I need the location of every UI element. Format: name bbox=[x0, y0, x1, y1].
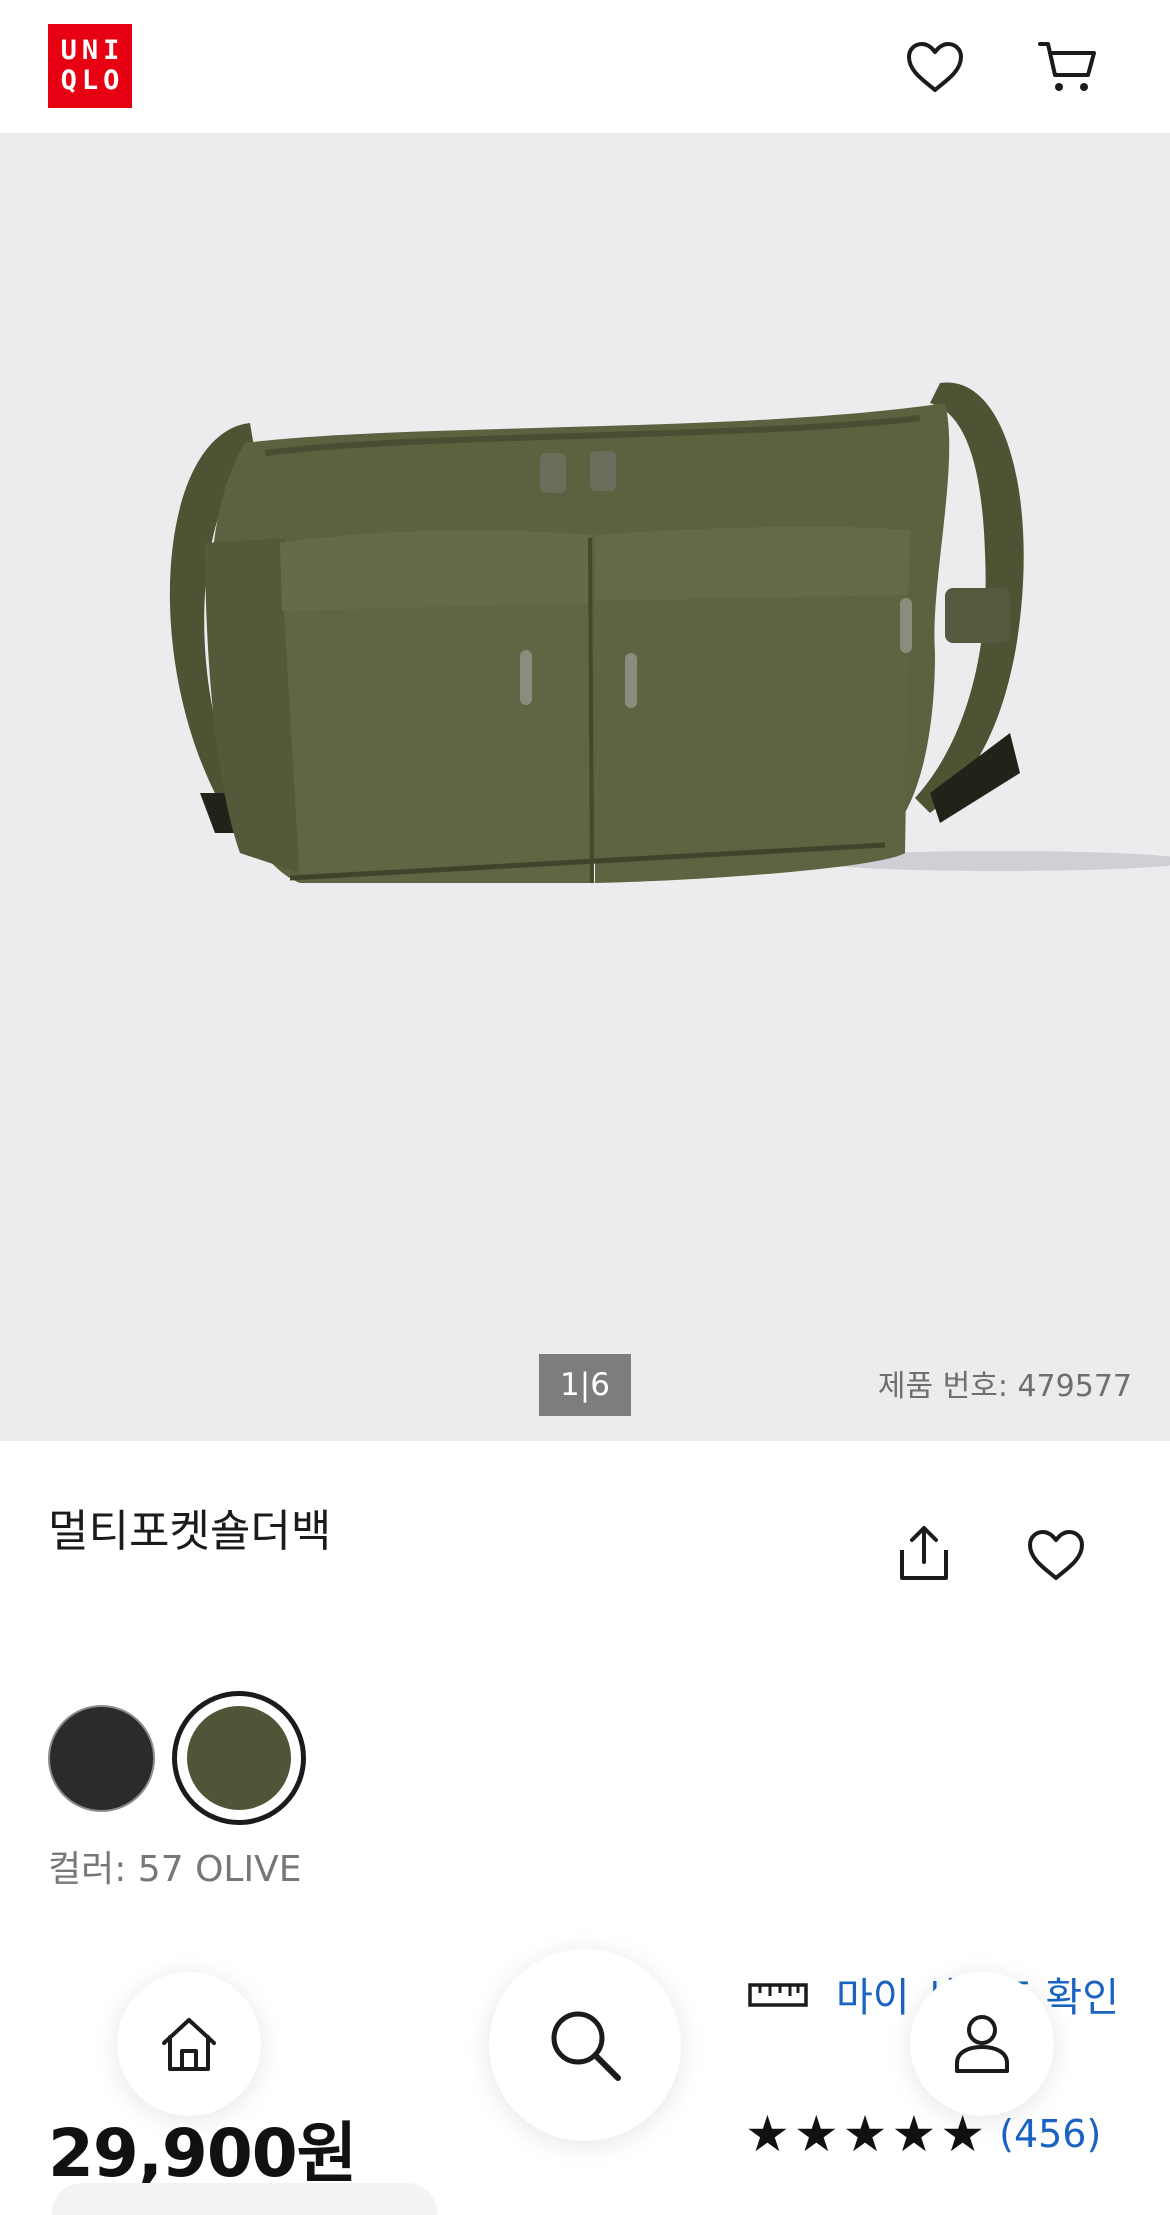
cart-icon[interactable] bbox=[1035, 34, 1101, 100]
product-image-gallery[interactable]: 1|6 제품 번호: 479577 bbox=[0, 133, 1170, 1441]
logo-text-bottom: QLO bbox=[60, 65, 125, 96]
home-button[interactable] bbox=[117, 1972, 261, 2116]
search-button[interactable] bbox=[489, 1949, 681, 2141]
product-title: 멀티포켓숄더백 bbox=[48, 1506, 332, 1557]
wishlist-heart-icon[interactable] bbox=[902, 34, 968, 100]
home-icon bbox=[162, 2018, 216, 2071]
rating-stars: ★★★★★ bbox=[745, 2105, 990, 2163]
color-swatch-olive[interactable] bbox=[187, 1706, 291, 1810]
rating[interactable]: ★★★★★ (456) bbox=[745, 2105, 1101, 2163]
image-counter: 1|6 bbox=[539, 1354, 631, 1416]
logo-text-top: UNI bbox=[60, 35, 125, 66]
search-icon bbox=[551, 2011, 621, 2081]
color-label: 컬러: 57 OLIVE bbox=[48, 1849, 302, 1890]
favorite-heart-icon[interactable] bbox=[1023, 1522, 1089, 1588]
uniqlo-logo[interactable]: UNI QLO bbox=[48, 24, 132, 108]
share-icon[interactable] bbox=[891, 1520, 957, 1586]
color-swatch-black[interactable] bbox=[48, 1705, 155, 1812]
top-header: UNI QLO bbox=[0, 0, 1170, 133]
bottom-partial-element bbox=[52, 2183, 437, 2215]
product-number: 제품 번호: 479577 bbox=[877, 1369, 1132, 1404]
profile-button[interactable] bbox=[910, 1972, 1054, 2116]
profile-icon bbox=[955, 2015, 1009, 2073]
product-photo bbox=[169, 382, 1170, 884]
ruler-icon bbox=[748, 1983, 808, 2007]
review-count[interactable]: (456) bbox=[999, 2112, 1101, 2156]
